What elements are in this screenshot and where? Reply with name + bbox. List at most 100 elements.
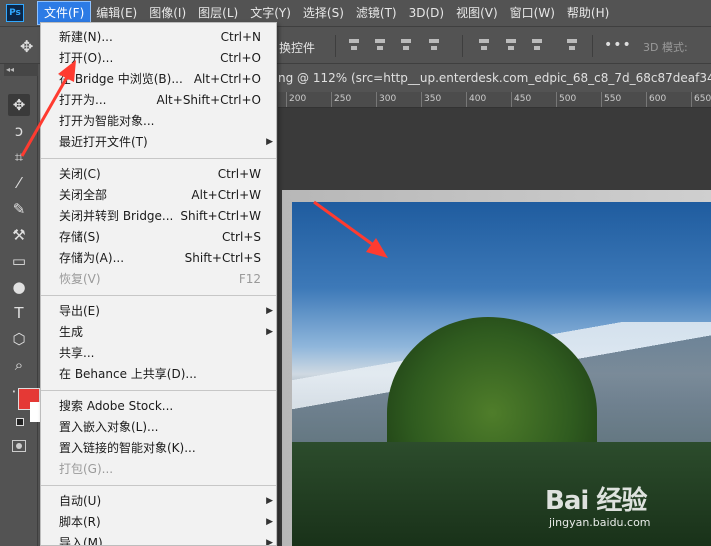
- ruler-tick: [421, 92, 422, 107]
- ruler-tick: [601, 92, 602, 107]
- file-menu-item[interactable]: 关闭全部 Alt+Ctrl+W: [41, 185, 276, 206]
- ruler-label: 350: [424, 94, 442, 104]
- watermark-url: jingyan.baidu.com: [549, 516, 651, 529]
- ruler-label: 550: [604, 94, 622, 104]
- menu-separator: [41, 390, 276, 391]
- file-menu-item[interactable]: 置入链接的智能对象(K)...: [41, 438, 276, 459]
- menu-item-shortcut: Shift+Ctrl+S: [184, 251, 261, 265]
- quick-mask-icon[interactable]: [12, 440, 26, 452]
- menu-item-label: 打包(G)...: [59, 462, 114, 476]
- distribute-horizontal-icon[interactable]: [565, 37, 579, 53]
- menu-item-label: 搜索 Adobe Stock...: [59, 399, 174, 413]
- file-menu-item: 恢复(V) F12: [41, 269, 276, 290]
- menu-item-label: 存储为(A)...: [59, 251, 125, 265]
- menu-item-shortcut: Alt+Ctrl+W: [191, 188, 261, 202]
- dodge-tool-icon[interactable]: ●: [8, 276, 30, 298]
- menu-item-8[interactable]: 视图(V): [450, 2, 504, 24]
- document-tab[interactable]: ng @ 112% (src=http__up.enterdesk.com_ed…: [278, 66, 711, 90]
- align-left-icon[interactable]: [427, 37, 441, 53]
- brush-tool-icon[interactable]: ✎: [8, 198, 30, 220]
- menu-item-shortcut: Shift+Ctrl+W: [180, 209, 261, 223]
- menu-item-label: 关闭全部: [59, 188, 108, 202]
- align-bottom-icon[interactable]: [399, 37, 413, 53]
- ruler-tick: [331, 92, 332, 107]
- ruler-label: 200: [289, 94, 307, 104]
- menu-item-3[interactable]: 图层(L): [192, 2, 244, 24]
- ruler-tick: [286, 92, 287, 107]
- file-menu-item[interactable]: 置入嵌入对象(L)...: [41, 417, 276, 438]
- menu-item-10[interactable]: 帮助(H): [561, 2, 615, 24]
- align-vcenter-icon[interactable]: [373, 37, 387, 53]
- submenu-arrow-icon: ▶: [266, 306, 273, 316]
- menu-separator: [41, 485, 276, 486]
- file-menu-item[interactable]: 导出(E) ▶: [41, 301, 276, 322]
- align-top-icon[interactable]: [347, 37, 361, 53]
- menu-item-4[interactable]: 文字(Y): [244, 2, 297, 24]
- file-menu-item[interactable]: 生成 ▶: [41, 322, 276, 343]
- menu-item-1[interactable]: 编辑(E): [90, 2, 143, 24]
- eyedropper-tool-icon[interactable]: ⁄: [8, 172, 30, 194]
- menu-item-7[interactable]: 3D(D): [403, 2, 450, 24]
- horizontal-ruler: 200250300350400450500550600650700: [278, 92, 711, 108]
- file-menu-item: 打包(G)...: [41, 459, 276, 480]
- 3d-mode-label: 3D 模式:: [643, 41, 688, 54]
- menu-item-shortcut: Ctrl+O: [220, 51, 261, 65]
- menu-item-2[interactable]: 图像(I): [143, 2, 192, 24]
- menu-item-shortcut: Ctrl+N: [220, 30, 261, 44]
- menu-separator: [41, 295, 276, 296]
- submenu-arrow-icon: ▶: [266, 137, 273, 147]
- ruler-label: 450: [514, 94, 532, 104]
- separator: [462, 35, 463, 57]
- photoshop-logo: Ps: [6, 4, 24, 22]
- default-colors-icon[interactable]: [16, 418, 24, 426]
- file-menu-item[interactable]: 自动(U) ▶: [41, 491, 276, 512]
- ruler-tick: [376, 92, 377, 107]
- menu-item-6[interactable]: 滤镜(T): [350, 2, 403, 24]
- distribute-top-icon[interactable]: [477, 37, 491, 53]
- file-menu-item[interactable]: 搜索 Adobe Stock...: [41, 396, 276, 417]
- file-menu-item[interactable]: 存储(S) Ctrl+S: [41, 227, 276, 248]
- file-menu-item[interactable]: 关闭并转到 Bridge... Shift+Ctrl+W: [41, 206, 276, 227]
- menu-item-shortcut: Ctrl+S: [221, 230, 261, 244]
- menu-item-5[interactable]: 选择(S): [297, 2, 350, 24]
- clone-stamp-tool-icon[interactable]: ⚒: [8, 224, 30, 246]
- submenu-arrow-icon: ▶: [266, 517, 273, 527]
- menu-item-label: 导入(M): [59, 536, 103, 546]
- file-menu-item[interactable]: 新建(N)... Ctrl+N: [41, 27, 276, 48]
- menu-item-shortcut: F12: [238, 272, 261, 286]
- file-menu-item[interactable]: 共享...: [41, 343, 276, 364]
- separator: [592, 35, 593, 57]
- menu-item-label: 关闭并转到 Bridge...: [59, 209, 174, 223]
- separator: [335, 35, 336, 57]
- ruler-tick: [511, 92, 512, 107]
- more-options-icon[interactable]: •••: [604, 37, 632, 53]
- menu-items: 文件(F) 编辑(E) 图像(I) 图层(L) 文字(Y) 选择(S) 滤镜(T) 3D(D)…: [36, 1, 615, 25]
- transform-controls-label[interactable]: 换控件: [279, 39, 315, 56]
- file-menu-item[interactable]: 脚本(R) ▶: [41, 512, 276, 533]
- distribute-vcenter-icon[interactable]: [504, 37, 518, 53]
- file-menu-item[interactable]: 导入(M) ▶: [41, 533, 276, 546]
- annotation-arrow-icon: [20, 60, 76, 157]
- zoom-tool-icon[interactable]: ⌕: [8, 354, 30, 376]
- menu-item-9[interactable]: 窗口(W): [504, 2, 561, 24]
- ruler-label: 500: [559, 94, 577, 104]
- type-tool-icon[interactable]: T: [8, 302, 30, 324]
- menu-item-label: 新建(N)...: [59, 30, 113, 44]
- gradient-tool-icon[interactable]: ▭: [8, 250, 30, 272]
- distribute-bottom-icon[interactable]: [530, 37, 544, 53]
- baidu-watermark: Bai 经验 jingyan.baidu.com: [545, 480, 705, 536]
- ruler-tick: [691, 92, 692, 107]
- menu-item-label: 导出(E): [59, 304, 100, 318]
- ruler-label: 650: [694, 94, 711, 104]
- shape-tool-icon[interactable]: ⬡: [8, 328, 30, 350]
- menu-item-shortcut: Alt+Ctrl+O: [193, 72, 261, 86]
- file-menu-item[interactable]: 存储为(A)... Shift+Ctrl+S: [41, 248, 276, 269]
- menu-item-label: 置入嵌入对象(L)...: [59, 420, 159, 434]
- file-menu-item[interactable]: 关闭(C) Ctrl+W: [41, 164, 276, 185]
- menu-item-0[interactable]: 文件(F): [36, 1, 92, 25]
- menu-item-label: 恢复(V): [59, 272, 101, 286]
- file-menu-item[interactable]: 在 Behance 上共享(D)...: [41, 364, 276, 385]
- menu-item-label: 在 Behance 上共享(D)...: [59, 367, 197, 381]
- menu-item-label: 共享...: [59, 346, 95, 360]
- ruler-tick: [466, 92, 467, 107]
